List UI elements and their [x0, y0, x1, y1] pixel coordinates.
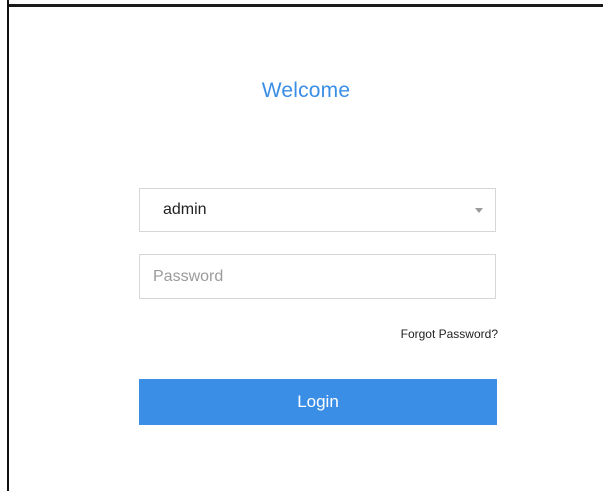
login-button[interactable]: Login — [139, 379, 497, 425]
welcome-title: Welcome — [261, 79, 351, 102]
chevron-down-icon — [475, 208, 483, 213]
forgot-password-link[interactable]: Forgot Password? — [401, 327, 498, 341]
password-input[interactable] — [139, 254, 496, 299]
left-edge — [0, 0, 9, 491]
username-value: admin — [163, 201, 207, 218]
login-screen: Welcome admin Forgot Password? Login — [0, 0, 603, 491]
login-dialog: Welcome admin Forgot Password? Login — [9, 7, 603, 491]
username-select[interactable]: admin — [139, 188, 496, 232]
